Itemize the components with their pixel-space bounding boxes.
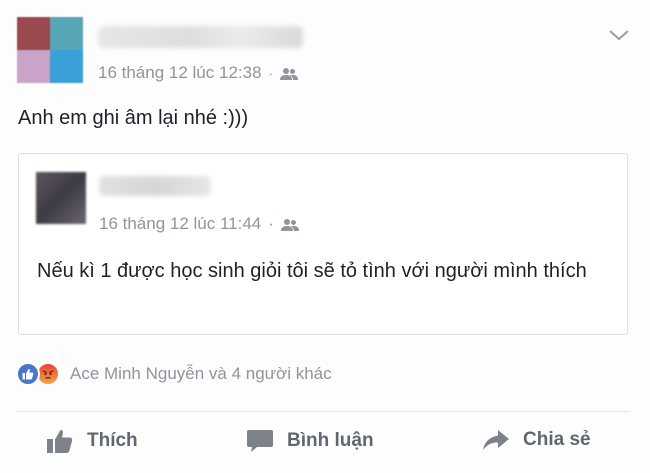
author-name-blurred[interactable] <box>98 26 303 48</box>
shared-author-name-blurred[interactable] <box>99 176 211 196</box>
comment-button[interactable]: Bình luận <box>246 428 374 454</box>
like-icon[interactable] <box>16 362 40 386</box>
reaction-summary-text[interactable]: Ace Minh Nguyễn và 4 người khác <box>70 364 332 384</box>
reaction-icons[interactable] <box>16 362 60 386</box>
reactions-summary[interactable]: Ace Minh Nguyễn và 4 người khác <box>16 362 332 386</box>
chevron-down-icon[interactable] <box>608 28 630 42</box>
friends-icon[interactable] <box>280 66 299 80</box>
meta-separator: · <box>268 214 274 233</box>
like-button[interactable]: Thích <box>46 428 138 454</box>
author-avatar[interactable] <box>17 17 83 83</box>
shared-post-meta: 16 tháng 12 lúc 11:44 · <box>99 214 299 234</box>
post-timestamp[interactable]: 16 tháng 12 lúc 12:38 <box>98 63 262 83</box>
like-label: Thích <box>87 430 138 451</box>
share-icon <box>483 430 509 450</box>
post-text: Anh em ghi âm lại nhé :))) <box>18 107 249 129</box>
shared-post-text: Nếu kì 1 được học sinh giỏi tôi sẽ tỏ tì… <box>37 260 587 282</box>
share-button[interactable]: Chia sẻ <box>482 428 591 452</box>
shared-post-card[interactable]: 16 tháng 12 lúc 11:44 · Nếu kì 1 được họ… <box>18 153 628 335</box>
meta-separator: · <box>268 65 274 81</box>
thumbs-up-icon <box>47 429 73 453</box>
shared-author-avatar[interactable] <box>36 172 86 224</box>
friends-icon[interactable] <box>280 217 299 231</box>
shared-post-timestamp[interactable]: 16 tháng 12 lúc 11:44 <box>99 214 261 234</box>
divider <box>16 411 630 412</box>
comment-icon <box>247 430 273 452</box>
post-meta: 16 tháng 12 lúc 12:38 · <box>98 63 299 83</box>
share-label: Chia sẻ <box>523 429 591 450</box>
comment-label: Bình luận <box>287 430 374 451</box>
facebook-post: 16 tháng 12 lúc 12:38 · Anh em ghi âm lạ… <box>0 0 650 473</box>
